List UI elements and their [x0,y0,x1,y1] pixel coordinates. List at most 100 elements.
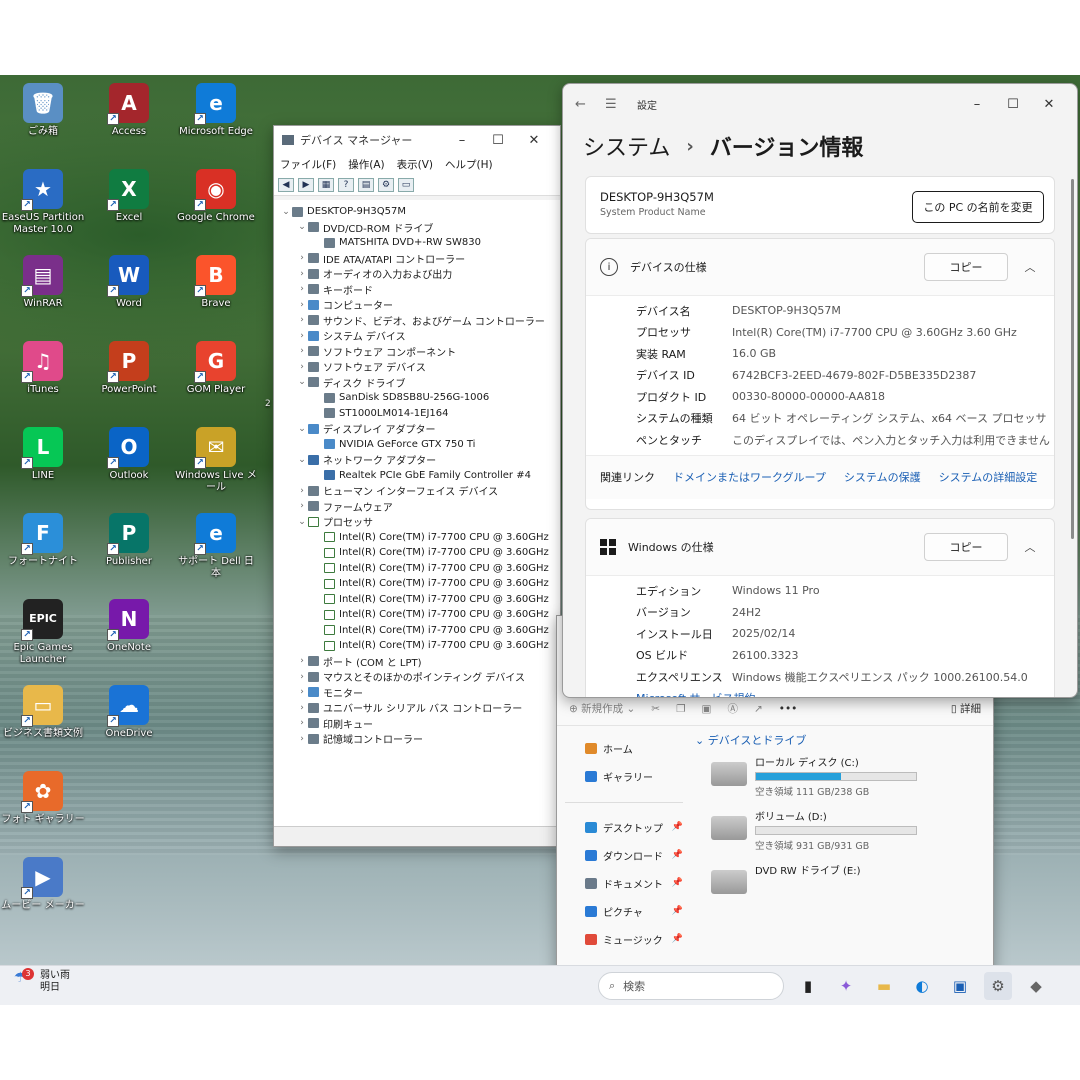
tree-node[interactable]: › ユニバーサル シリアル バス コントローラー [276,700,558,716]
store-icon[interactable]: ▣ [946,972,974,1000]
scan-hardware-icon[interactable]: ⚙ [378,177,394,192]
expand-chevron-icon[interactable]: › [296,672,308,682]
tree-node[interactable]: › オーディオの入力および出力 [276,266,558,282]
tree-node[interactable]: Intel(R) Core(TM) i7-7700 CPU @ 3.60GHz [276,592,558,608]
tree-node[interactable]: Intel(R) Core(TM) i7-7700 CPU @ 3.60GHz [276,561,558,577]
desktop-icon[interactable]: ★ ↗ EaseUS Partition Master 10.0 [1,169,85,236]
tree-node[interactable]: › ソフトウェア デバイス [276,359,558,375]
desktop-icon[interactable]: B ↗ Brave [174,255,258,310]
desktop-icon[interactable]: W ↗ Word [87,255,171,310]
copy-windows-specs-button[interactable]: コピー [924,533,1008,561]
expand-chevron-icon[interactable]: ⌄ [280,207,292,217]
view-icon[interactable]: ▤ [358,177,374,192]
chevron-up-icon[interactable]: ︿ [1020,539,1040,555]
service-terms-link[interactable]: Microsoft サービス規約 [586,690,1054,698]
desktop-icon[interactable]: ▤ ↗ WinRAR [1,255,85,310]
link-system-protection[interactable]: システムの保護 [844,469,921,485]
expand-chevron-icon[interactable]: ⌄ [296,517,308,527]
tree-node[interactable]: › 記憶域コントローラー [276,731,558,747]
tree-node[interactable]: ⌄ DVD/CD-ROM ドライブ [276,220,558,236]
device-manager-titlebar[interactable]: デバイス マネージャー – ☐ ✕ [274,126,560,154]
tree-node[interactable]: Intel(R) Core(TM) i7-7700 CPU @ 3.60GHz [276,576,558,592]
settings-titlebar[interactable]: ← ☰ 設定 – ☐ ✕ [563,84,1077,124]
expand-chevron-icon[interactable]: › [296,315,308,325]
desktop-icon[interactable]: G ↗ GOM Player [174,341,258,396]
tree-node[interactable]: › ファームウェア [276,499,558,515]
desktop-icon[interactable]: N ↗ OneNote [87,599,171,654]
menu-item[interactable]: 表示(V) [397,157,433,172]
nav-item[interactable]: デスクトップ 📌 [565,813,683,841]
more-button[interactable]: ••• [779,703,798,715]
desktop-icon[interactable]: A ↗ Access [87,83,171,138]
tree-node[interactable]: Realtek PCIe GbE Family Controller #4 [276,468,558,484]
tree-node[interactable]: SanDisk SD8SB8U-256G-1006 [276,390,558,406]
nav-item[interactable]: ドキュメント 📌 [565,869,683,897]
expand-chevron-icon[interactable]: › [296,687,308,697]
desktop-icon[interactable]: e ↗ サポート Dell 日本 [174,513,258,580]
tree-node[interactable]: Intel(R) Core(TM) i7-7700 CPU @ 3.60GHz [276,607,558,623]
desktop-icon[interactable]: ▶ ↗ ムービー メーカー [1,857,85,912]
link-domain-workgroup[interactable]: ドメインまたはワークグループ [673,469,826,485]
details-button[interactable]: ▯ 詳細 [951,701,981,716]
copilot-icon[interactable]: ✦ [832,972,860,1000]
tree-node[interactable]: › モニター [276,685,558,701]
weather-widget[interactable]: ☂ 3 弱い雨 明日 [14,968,70,994]
nav-item[interactable]: ダウンロード 📌 [565,841,683,869]
back-icon[interactable]: ◀ [278,177,294,192]
tree-node[interactable]: NVIDIA GeForce GTX 750 Ti [276,437,558,453]
desktop-icon[interactable]: ▭ ↗ ビジネス書類文例 [1,685,85,740]
desktop-icon[interactable]: e ↗ Microsoft Edge [174,83,258,138]
expand-chevron-icon[interactable]: › [296,362,308,372]
expand-chevron-icon[interactable]: › [296,656,308,666]
desktop-icon[interactable]: ✉ ↗ Windows Live メール [174,427,258,494]
paste-icon[interactable]: ▣ [702,703,712,715]
tree-node[interactable]: › マウスとそのほかのポインティング デバイス [276,669,558,685]
file-explorer-icon[interactable]: ▬ [870,972,898,1000]
expand-chevron-icon[interactable]: ⌄ [296,222,308,232]
task-view-icon[interactable]: ▮ [794,972,822,1000]
hamburger-menu-icon[interactable]: ☰ [605,97,635,112]
desktop-icon[interactable]: ☁ ↗ OneDrive [87,685,171,740]
expand-chevron-icon[interactable]: › [296,703,308,713]
expand-chevron-icon[interactable]: › [296,284,308,294]
tree-node[interactable]: ⌄ DESKTOP-9H3Q57M [276,204,558,220]
chevron-up-icon[interactable]: ︿ [1020,259,1040,275]
properties-icon[interactable]: ▦ [318,177,334,192]
tree-node[interactable]: ⌄ ネットワーク アダプター [276,452,558,468]
desktop-icon[interactable]: EPIC ↗ Epic Games Launcher [1,599,85,666]
link-advanced-system-settings[interactable]: システムの詳細設定 [939,469,1038,485]
share-icon[interactable]: ↗ [754,703,763,715]
rename-pc-button[interactable]: この PC の名前を変更 [912,191,1044,223]
new-button[interactable]: ⊕ 新規作成 ⌄ [569,701,635,716]
expand-chevron-icon[interactable]: › [296,300,308,310]
tree-node[interactable]: ⌄ プロセッサ [276,514,558,530]
expand-chevron-icon[interactable]: ⌄ [296,377,308,387]
tree-node[interactable]: Intel(R) Core(TM) i7-7700 CPU @ 3.60GHz [276,638,558,654]
section-header[interactable]: ⌄ デバイスとドライブ [695,732,993,750]
menu-item[interactable]: 操作(A) [348,157,384,172]
copy-device-specs-button[interactable]: コピー [924,253,1008,281]
search-box[interactable]: ⌕ 検索 [598,972,784,1000]
tree-node[interactable]: Intel(R) Core(TM) i7-7700 CPU @ 3.60GHz [276,530,558,546]
tree-node[interactable]: ⌄ ディスク ドライブ [276,375,558,391]
edge-icon[interactable]: ◐ [908,972,936,1000]
tree-node[interactable]: › ポート (COM と LPT) [276,654,558,670]
breadcrumb-parent[interactable]: システム [583,130,670,162]
tree-node[interactable]: ⌄ ディスプレイ アダプター [276,421,558,437]
settings-icon[interactable]: ⚙ [984,972,1012,1000]
start-button-icon[interactable] [566,975,588,997]
nav-item[interactable]: ミュージック 📌 [565,925,683,953]
menu-item[interactable]: ファイル(F) [280,157,336,172]
drive-item[interactable]: DVD RW ドライブ (E:) [695,862,993,912]
menu-item[interactable]: ヘルプ(H) [445,157,493,172]
cut-icon[interactable]: ✂ [651,703,660,715]
expand-chevron-icon[interactable]: › [296,269,308,279]
tree-node[interactable]: › サウンド、ビデオ、およびゲーム コントローラー [276,313,558,329]
nav-item[interactable]: ホーム [565,734,683,762]
forward-icon[interactable]: ▶ [298,177,314,192]
desktop-icon[interactable]: X ↗ Excel [87,169,171,224]
desktop-icon[interactable]: ◉ ↗ Google Chrome [174,169,258,224]
nav-item[interactable]: ギャラリー [565,762,683,790]
close-button[interactable]: ✕ [1031,92,1067,116]
tree-node[interactable]: › IDE ATA/ATAPI コントローラー [276,251,558,267]
